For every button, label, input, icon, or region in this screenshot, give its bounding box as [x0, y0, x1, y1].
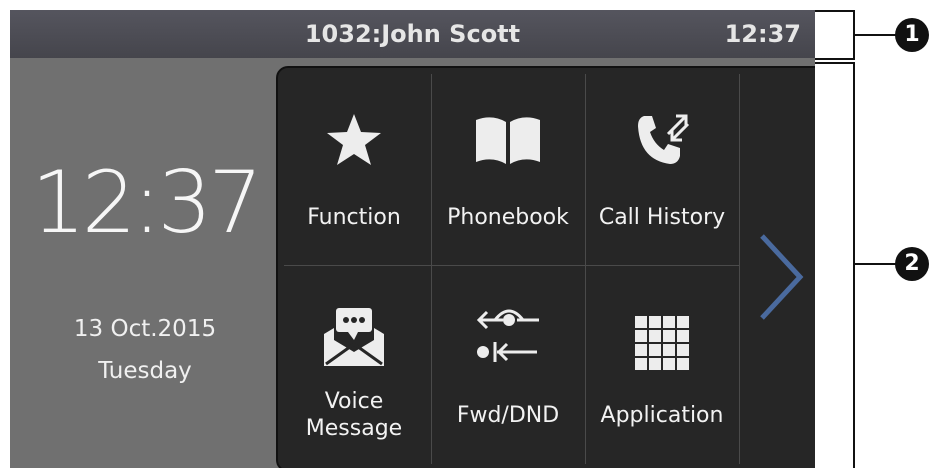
- home-date: 13 Oct.2015: [73, 316, 217, 342]
- callout-number-1: 1: [895, 18, 929, 52]
- grid-icon: [635, 316, 689, 370]
- status-bar: 1032:John Scott 12:37: [10, 10, 815, 58]
- callout-bracket: [815, 58, 855, 60]
- callout-pointer: [855, 34, 897, 36]
- main-menu-panel: Function Phonebook Call History Voice Me…: [276, 66, 815, 468]
- menu-item-label: Application: [600, 403, 724, 428]
- home-day: Tuesday: [98, 358, 192, 384]
- callout-bracket: [815, 62, 855, 64]
- chevron-right-icon[interactable]: [756, 232, 806, 322]
- menu-item-application[interactable]: Application: [586, 266, 738, 459]
- book-icon: [476, 117, 540, 164]
- menu-item-label: Phonebook: [447, 205, 569, 230]
- grid-divider: [739, 74, 740, 464]
- menu-item-voice-message[interactable]: Voice Message: [278, 266, 430, 459]
- callout-bracket: [853, 62, 855, 468]
- voice-message-icon: [324, 308, 384, 366]
- menu-item-function[interactable]: Function: [278, 68, 430, 261]
- callout-pointer: [855, 263, 897, 265]
- menu-item-label: Fwd/DND: [456, 403, 560, 428]
- menu-item-label: Voice Message: [305, 389, 403, 441]
- menu-item-label: Call History: [598, 205, 726, 230]
- call-history-icon: [638, 114, 690, 164]
- status-bar-user: 1032:John Scott: [304, 20, 521, 48]
- star-icon: [327, 114, 381, 165]
- menu-item-fwd-dnd[interactable]: Fwd/DND: [432, 266, 584, 459]
- menu-item-label: Function: [307, 205, 401, 230]
- status-bar-time: 12:37: [724, 20, 801, 48]
- phone-screen: 1032:John Scott 12:37 12:37 13 Oct.2015 …: [10, 10, 815, 468]
- menu-item-phonebook[interactable]: Phonebook: [432, 68, 584, 261]
- callout-bracket: [815, 10, 855, 12]
- callout-number-2: 2: [895, 247, 929, 281]
- forward-dnd-icon: [476, 309, 539, 362]
- menu-item-call-history[interactable]: Call History: [586, 68, 738, 261]
- home-clock: 12:37: [31, 153, 263, 253]
